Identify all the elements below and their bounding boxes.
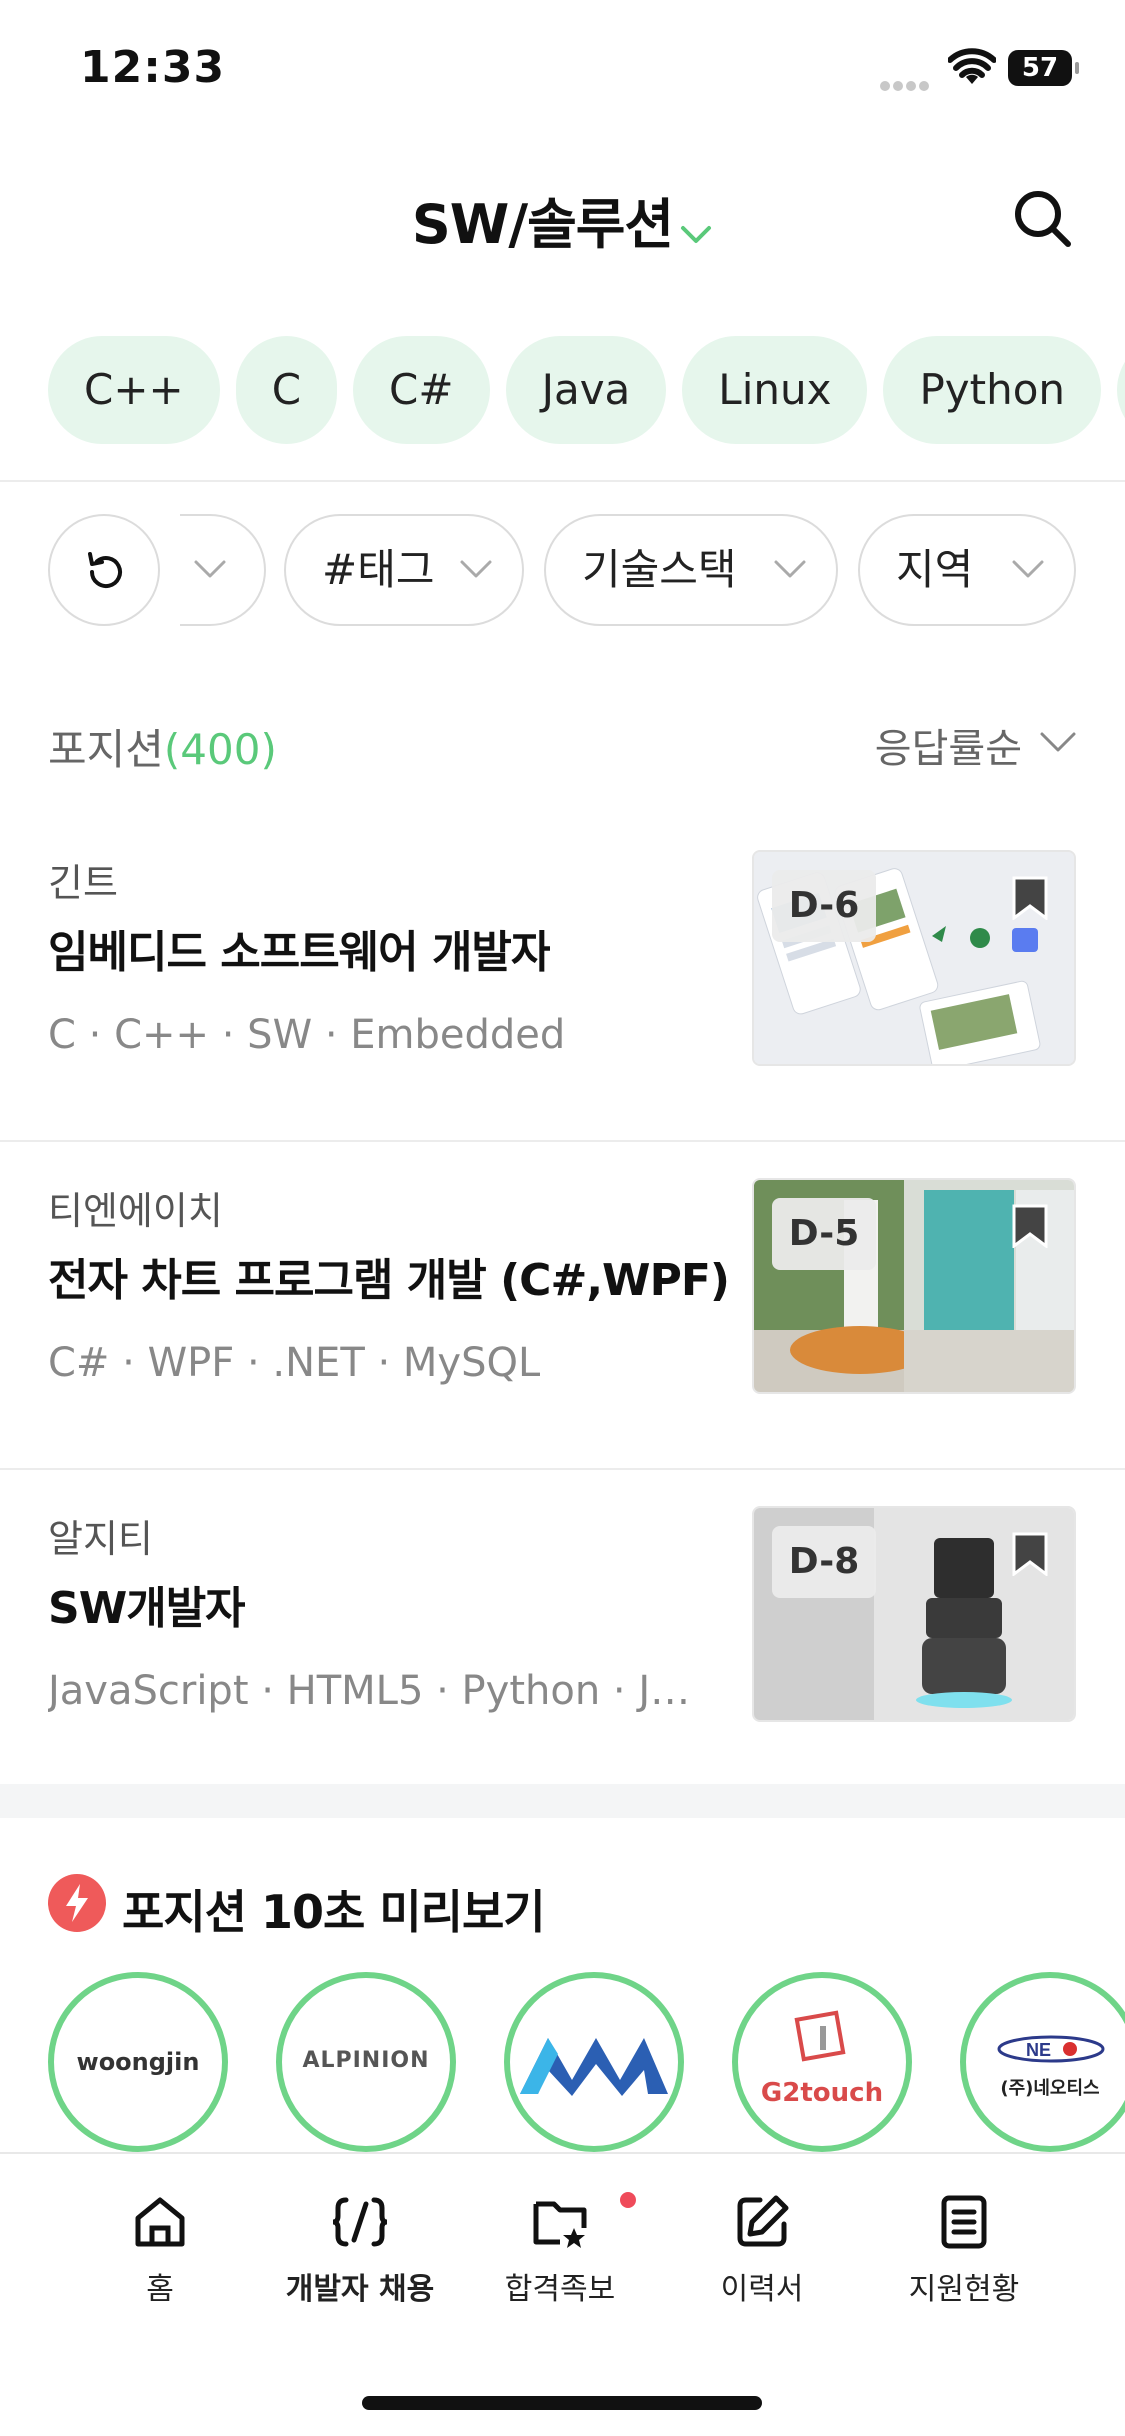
chevron-down-icon bbox=[774, 560, 806, 578]
job-thumbnail: D-6 bbox=[752, 850, 1076, 1066]
filter-tech-stack[interactable]: 기술스택 bbox=[544, 514, 838, 626]
edit-icon bbox=[737, 2195, 789, 2247]
job-title: 임베디드 소프트웨어 개발자 bbox=[48, 927, 551, 978]
chip-embedded[interactable]: Em bbox=[1117, 336, 1125, 444]
nav-developer-jobs[interactable]: 개발자 채용 bbox=[260, 2192, 460, 2312]
filter-tag[interactable]: #태그 bbox=[284, 514, 524, 626]
chevron-down-icon bbox=[460, 560, 492, 578]
deadline-badge: D-5 bbox=[772, 1198, 876, 1270]
chip-java[interactable]: Java bbox=[505, 336, 667, 444]
reset-filter-button[interactable] bbox=[48, 514, 160, 626]
nav-label: 지원현황 bbox=[908, 2272, 1020, 2307]
job-card[interactable]: 알지티 SW개발자 JavaScript · HTML5 · Python · … bbox=[0, 1472, 1125, 1798]
company-logo-mm[interactable] bbox=[504, 1972, 684, 2152]
job-card[interactable]: 긴트 임베디드 소프트웨어 개발자 C · C++ · SW · Embedde… bbox=[0, 816, 1125, 1142]
g2touch-logo-icon bbox=[794, 2010, 846, 2062]
filter-region[interactable]: 지역 bbox=[858, 514, 1076, 626]
nav-label: 이력서 bbox=[720, 2272, 804, 2307]
refresh-icon bbox=[88, 552, 122, 588]
company-logo-woongjin[interactable]: woongjin bbox=[48, 1972, 228, 2152]
filter-region-label: 지역 bbox=[896, 545, 974, 594]
chip-c[interactable]: C bbox=[235, 336, 338, 444]
nav-label: 합격족보 bbox=[504, 2272, 616, 2307]
divider bbox=[0, 1468, 1125, 1470]
chip-python[interactable]: Python bbox=[883, 336, 1102, 444]
neo-logo-icon: NE bbox=[997, 2035, 1105, 2063]
filter-tag-label: #태그 bbox=[322, 545, 435, 594]
nav-label: 개발자 채용 bbox=[285, 2272, 435, 2307]
deadline-badge: D-6 bbox=[772, 870, 876, 942]
deadline-badge: D-8 bbox=[772, 1526, 876, 1598]
page-title: SW/솔루션 bbox=[411, 193, 674, 256]
divider bbox=[0, 1140, 1125, 1142]
chevron-down-icon bbox=[1040, 732, 1076, 752]
code-icon bbox=[332, 2197, 388, 2247]
bookmark-icon[interactable] bbox=[1012, 1204, 1048, 1248]
company-name: 알지티 bbox=[48, 1517, 153, 1561]
chip-csharp[interactable]: C# bbox=[353, 336, 490, 444]
job-skills: C# · WPF · .NET · MySQL bbox=[48, 1340, 541, 1386]
position-list-header: 포지션(400) 응답률순 bbox=[48, 716, 1078, 776]
logo-text: (주)네오티스 bbox=[1000, 2078, 1100, 2099]
chevron-down-icon bbox=[681, 225, 712, 243]
job-card[interactable]: 티엔에이치 전자 차트 프로그램 개발 (C#,WPF) C# · WPF · … bbox=[0, 1144, 1125, 1470]
chevron-down-icon bbox=[1012, 560, 1044, 578]
company-logo-neotis[interactable]: NE (주)네오티스 bbox=[960, 1972, 1125, 2152]
search-icon[interactable] bbox=[1010, 186, 1074, 250]
filter-dropdown-partial[interactable] bbox=[180, 514, 266, 626]
filter-row: #태그 기술스택 지역 bbox=[48, 512, 1078, 628]
status-bar: 12:33 57 bbox=[0, 0, 1125, 140]
nav-home[interactable]: 홈 bbox=[60, 2192, 260, 2312]
logo-text: woongjin bbox=[76, 2048, 200, 2076]
company-logo-g2touch[interactable]: G2touch bbox=[732, 1972, 912, 2152]
bottom-nav: 홈 개발자 채용 합격족보 이력서 지원현황 bbox=[0, 2152, 1125, 2436]
preview-title: 포지션 10초 미리보기 bbox=[122, 1885, 546, 1939]
svg-text:NE: NE bbox=[1026, 2040, 1051, 2060]
position-label: 포지션 bbox=[48, 725, 164, 774]
section-divider bbox=[0, 1784, 1125, 1818]
logo-text: ALPINION bbox=[302, 2048, 430, 2073]
chip-linux[interactable]: Linux bbox=[682, 336, 868, 444]
folder-star-icon bbox=[533, 2201, 587, 2248]
top-header: SW/솔루션 bbox=[0, 170, 1125, 260]
filter-tech-stack-label: 기술스택 bbox=[582, 545, 737, 594]
job-thumbnail: D-8 bbox=[752, 1506, 1076, 1722]
wifi-icon bbox=[948, 48, 996, 84]
nav-applications[interactable]: 지원현황 bbox=[864, 2192, 1064, 2312]
position-count: (400) bbox=[163, 725, 277, 774]
chevron-down-icon bbox=[194, 560, 226, 578]
home-icon bbox=[135, 2197, 185, 2247]
status-time: 12:33 bbox=[80, 42, 226, 93]
company-logo-alpinion[interactable]: ALPINION bbox=[276, 1972, 456, 2152]
mm-logo-icon bbox=[520, 2038, 668, 2096]
company-logo-row: woongjin ALPINION G2touch NE (주)네오티스 bbox=[48, 1972, 1125, 2152]
job-skills: C · C++ · SW · Embedded bbox=[48, 1012, 566, 1058]
company-name: 티엔에이치 bbox=[48, 1189, 223, 1233]
job-title: 전자 차트 프로그램 개발 (C#,WPF) bbox=[48, 1255, 728, 1306]
logo-text: G2touch bbox=[760, 2078, 884, 2108]
sort-dropdown[interactable]: 응답률순 bbox=[875, 716, 1078, 774]
bookmark-icon[interactable] bbox=[1012, 1532, 1048, 1576]
job-thumbnail: D-5 bbox=[752, 1178, 1076, 1394]
document-icon bbox=[941, 2195, 987, 2249]
bookmark-icon[interactable] bbox=[1012, 876, 1048, 920]
nav-pass-guide[interactable]: 합격족보 bbox=[460, 2192, 660, 2312]
battery-icon: 57 bbox=[1008, 50, 1079, 86]
chip-cpp[interactable]: C++ bbox=[48, 336, 220, 444]
job-skills: JavaScript · HTML5 · Python · Ja··· bbox=[48, 1668, 708, 1714]
nav-resume[interactable]: 이력서 bbox=[662, 2192, 862, 2312]
home-indicator[interactable] bbox=[362, 2396, 762, 2410]
divider bbox=[0, 480, 1125, 482]
company-name: 긴트 bbox=[48, 861, 118, 905]
job-title: SW개발자 bbox=[48, 1583, 245, 1634]
skill-chip-row: C++CC#JavaLinuxPythonEm bbox=[48, 336, 1125, 446]
notification-dot bbox=[620, 2192, 636, 2208]
nav-label: 홈 bbox=[146, 2272, 174, 2307]
signal-icon bbox=[880, 76, 936, 91]
lightning-icon bbox=[48, 1874, 106, 1932]
sort-label: 응답률순 bbox=[874, 726, 1022, 772]
category-selector[interactable]: SW/솔루션 bbox=[0, 180, 1125, 259]
